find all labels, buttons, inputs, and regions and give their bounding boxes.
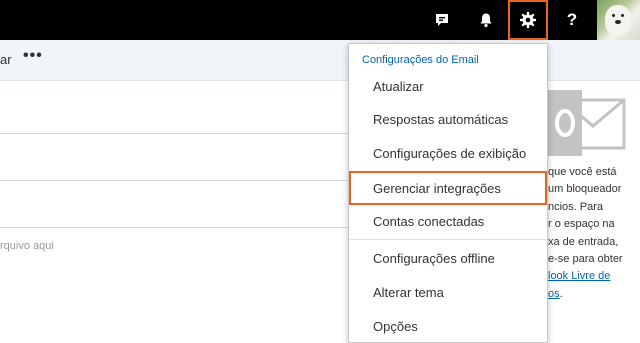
- menu-item-configuracoes-exibicao[interactable]: Configurações de exibição: [349, 136, 547, 170]
- chat-icon: [436, 14, 448, 26]
- help-icon: ?: [566, 10, 578, 29]
- menu-item-configuracoes-offline[interactable]: Configurações offline: [349, 241, 547, 275]
- menu-item-alterar-tema[interactable]: Alterar tema: [349, 275, 547, 309]
- menu-item-gerenciar-integracoes[interactable]: Gerenciar integrações: [349, 171, 547, 205]
- notifications-button[interactable]: [466, 0, 506, 40]
- avatar[interactable]: [597, 0, 640, 40]
- menu-item-respostas-automaticas[interactable]: Respostas automáticas: [349, 102, 547, 136]
- menu-header: Configurações do Email: [362, 54, 479, 66]
- help-button[interactable]: ?: [552, 0, 592, 40]
- top-bar: ?: [0, 0, 640, 40]
- gear-icon: [520, 12, 536, 28]
- menu-item-opcoes[interactable]: Opções: [349, 309, 547, 343]
- menu-item-contas-conectadas[interactable]: Contas conectadas: [349, 204, 547, 238]
- promo-text: que você está um bloqueador ncios. Para …: [548, 166, 623, 300]
- command-label[interactable]: ar: [0, 52, 12, 67]
- bell-icon: [480, 13, 492, 28]
- promo-link[interactable]: look Livre de: [548, 270, 610, 282]
- outlook-logo-icon: [548, 90, 626, 156]
- menu-item-atualizar[interactable]: Atualizar: [349, 69, 547, 103]
- list-divider: [0, 180, 350, 181]
- menu-separator: [349, 239, 547, 240]
- settings-menu: Configurações do Email Atualizar Respost…: [348, 43, 548, 343]
- settings-button[interactable]: [508, 0, 548, 40]
- chat-button[interactable]: [422, 0, 462, 40]
- more-options-button[interactable]: •••: [23, 47, 43, 65]
- promo-link[interactable]: os: [548, 288, 560, 300]
- list-divider: [0, 133, 350, 134]
- drop-hint: rquivo aqui: [0, 240, 54, 252]
- list-divider: [0, 227, 350, 228]
